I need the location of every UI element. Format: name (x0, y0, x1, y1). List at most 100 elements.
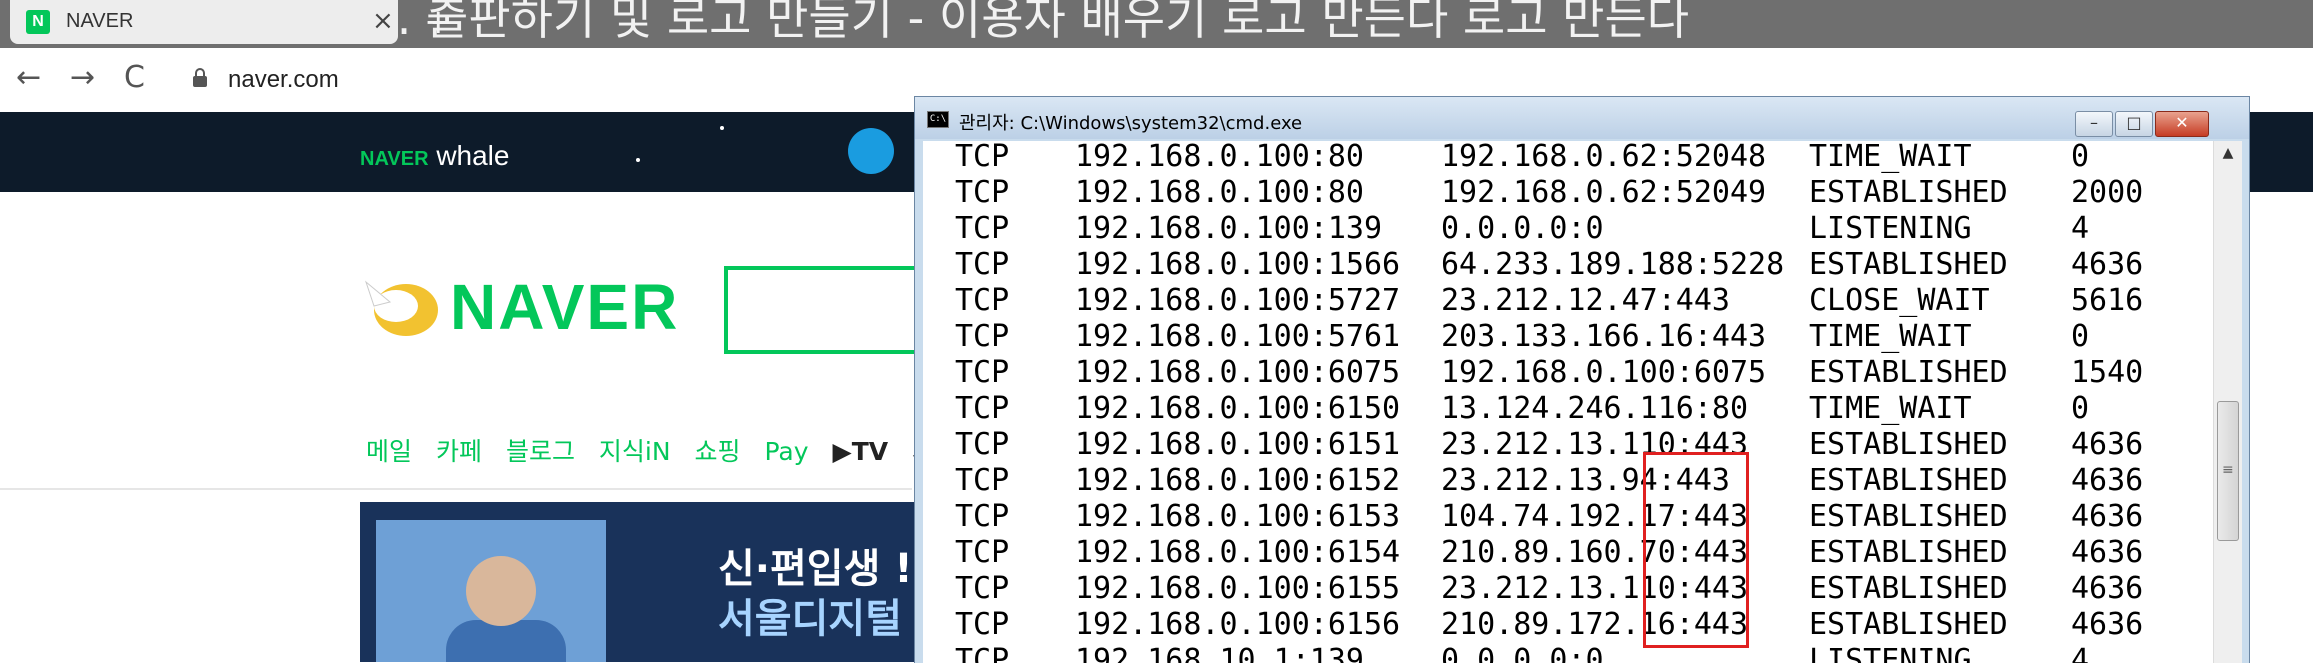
state-cell: LISTENING (1809, 643, 1972, 663)
star-dot (636, 158, 640, 162)
state-cell: TIME_WAIT (1809, 391, 1972, 426)
back-arrow-icon[interactable]: ← (16, 60, 41, 95)
protocol-cell: TCP (955, 391, 1010, 426)
ad-person-body (446, 620, 566, 662)
nav-link-pay[interactable]: Pay (764, 437, 808, 466)
protocol-cell: TCP (955, 283, 1010, 318)
pid-cell: 0 (2071, 319, 2090, 354)
close-icon: ✕ (2175, 113, 2189, 132)
local-address-cell: 192.168.0.100:6153 (1075, 499, 1401, 534)
reload-icon[interactable]: C (124, 60, 145, 95)
scroll-up-arrow-icon[interactable]: ▲ (2214, 145, 2242, 161)
pid-cell: 2000 (2071, 175, 2144, 210)
pid-cell: 5616 (2071, 283, 2144, 318)
console-output[interactable]: TCP 192.168.0.100:80 192.168.0.62:52048 TIM… (923, 141, 2213, 663)
new-tab-button[interactable]: + (424, 2, 453, 42)
whale-logo-name: whale (436, 140, 510, 171)
state-cell: ESTABLISHED (1809, 247, 2008, 282)
protocol-cell: TCP (955, 643, 1010, 663)
state-cell: ESTABLISHED (1809, 499, 2008, 534)
scrollbar-thumb[interactable]: ≡ (2217, 401, 2239, 541)
whale-logo-prefix: NAVER (360, 148, 429, 170)
state-cell: ESTABLISHED (1809, 535, 2008, 570)
cmd-window[interactable]: C:\ 관리자: C:\Windows\system32\cmd.exe – □… (914, 96, 2250, 663)
service-nav: 메일 카페 블로그 지식iN 쇼핑 Pay ▶TV 사 (366, 432, 951, 468)
foreign-address-cell: 192.168.0.100:6075 (1441, 355, 1767, 390)
cmd-icon: C:\ (927, 111, 949, 128)
state-cell: ESTABLISHED (1809, 571, 2008, 606)
naver-favicon-icon: N (26, 10, 50, 34)
scrollbar[interactable]: ▲ ≡ (2213, 141, 2242, 663)
local-address-cell: 192.168.0.100:80 (1075, 141, 1364, 174)
state-cell: ESTABLISHED (1809, 427, 2008, 462)
ad-subtitle: 서울디지털 (718, 596, 902, 642)
local-address-cell: 192.168.0.100:6154 (1075, 535, 1401, 570)
state-cell: TIME_WAIT (1809, 319, 1972, 354)
pid-cell: 4636 (2071, 535, 2144, 570)
foreign-address-cell: 203.133.166.16:443 (1441, 319, 1767, 354)
local-address-cell: 192.168.0.100:1566 (1075, 247, 1401, 282)
port-443-highlight-box (1643, 452, 1749, 648)
local-address-cell: 192.168.0.100:6152 (1075, 463, 1401, 498)
nav-link-mail[interactable]: 메일 (366, 437, 412, 466)
foreign-address-cell: 0.0.0.0:0 (1441, 643, 1604, 663)
pid-cell: 0 (2071, 141, 2090, 174)
close-button[interactable]: ✕ (2155, 111, 2209, 137)
forward-arrow-icon[interactable]: → (70, 60, 95, 95)
pid-cell: 4636 (2071, 427, 2144, 462)
maximize-button[interactable]: □ (2115, 111, 2153, 137)
nav-link-blog[interactable]: 블로그 (506, 437, 575, 466)
foreign-address-cell: 192.168.0.62:52049 (1441, 175, 1767, 210)
minimize-icon: – (2090, 113, 2098, 132)
minimize-button[interactable]: – (2075, 111, 2113, 137)
pid-cell: 4636 (2071, 247, 2144, 282)
tab-title: NAVER (66, 10, 134, 32)
local-address-cell: 192.168.0.100:6155 (1075, 571, 1401, 606)
local-address-cell: 192.168.0.100:80 (1075, 175, 1364, 210)
lock-icon (193, 68, 207, 87)
state-cell: CLOSE_WAIT (1809, 283, 1990, 318)
local-address-cell: 192.168.0.100:5727 (1075, 283, 1401, 318)
state-cell: ESTABLISHED (1809, 175, 2008, 210)
protocol-cell: TCP (955, 141, 1010, 174)
ad-person-head (466, 556, 536, 626)
state-cell: TIME_WAIT (1809, 141, 1972, 174)
pid-cell: 0 (2071, 391, 2090, 426)
local-address-cell: 192.168.0.100:6075 (1075, 355, 1401, 390)
foreign-address-cell: 0.0.0.0:0 (1441, 211, 1604, 246)
whale-logo: NAVER whale (360, 140, 509, 172)
protocol-cell: TCP (955, 499, 1010, 534)
foreign-address-cell: 64.233.189.188:5228 (1441, 247, 1785, 282)
address-bar[interactable]: naver.com (228, 66, 339, 94)
naver-logo-text[interactable]: NAVER (450, 270, 679, 344)
pid-cell: 4 (2071, 643, 2090, 663)
tab-close-icon[interactable]: × (372, 6, 394, 36)
divider (0, 488, 912, 490)
maximize-icon: □ (2126, 113, 2142, 132)
local-address-cell: 192.168.10.1:139 (1075, 643, 1364, 663)
browser-tab-strip: ▶ [유튜브] 9. 출판하기 및 로고 만들기 - 이용자 배우기 로고 만든… (0, 0, 2313, 48)
protocol-cell: TCP (955, 535, 1010, 570)
nav-link-cafe[interactable]: 카페 (436, 437, 482, 466)
naver-helmet-logo-icon (364, 280, 438, 336)
state-cell: ESTABLISHED (1809, 463, 2008, 498)
nav-link-shopping[interactable]: 쇼핑 (695, 437, 741, 466)
local-address-cell: 192.168.0.100:6151 (1075, 427, 1401, 462)
local-address-cell: 192.168.0.100:6156 (1075, 607, 1401, 642)
protocol-cell: TCP (955, 247, 1010, 282)
browser-tab[interactable]: N NAVER × (10, 0, 398, 44)
local-address-cell: 192.168.0.100:6150 (1075, 391, 1401, 426)
cmd-titlebar[interactable]: C:\ 관리자: C:\Windows\system32\cmd.exe – □… (915, 97, 2249, 139)
foreign-address-cell: 192.168.0.62:52048 (1441, 141, 1767, 174)
pid-cell: 4636 (2071, 571, 2144, 606)
nav-link-tv[interactable]: ▶TV (833, 437, 889, 466)
pid-cell: 4 (2071, 211, 2090, 246)
ad-banner[interactable]: 신·편입생 ! 서울디지털 (360, 502, 920, 662)
nav-link-kin[interactable]: 지식iN (599, 437, 671, 466)
protocol-cell: TCP (955, 427, 1010, 462)
cmd-title: 관리자: C:\Windows\system32\cmd.exe (959, 113, 1303, 134)
whale-icon (848, 128, 894, 174)
protocol-cell: TCP (955, 175, 1010, 210)
local-address-cell: 192.168.0.100:139 (1075, 211, 1383, 246)
protocol-cell: TCP (955, 607, 1010, 642)
